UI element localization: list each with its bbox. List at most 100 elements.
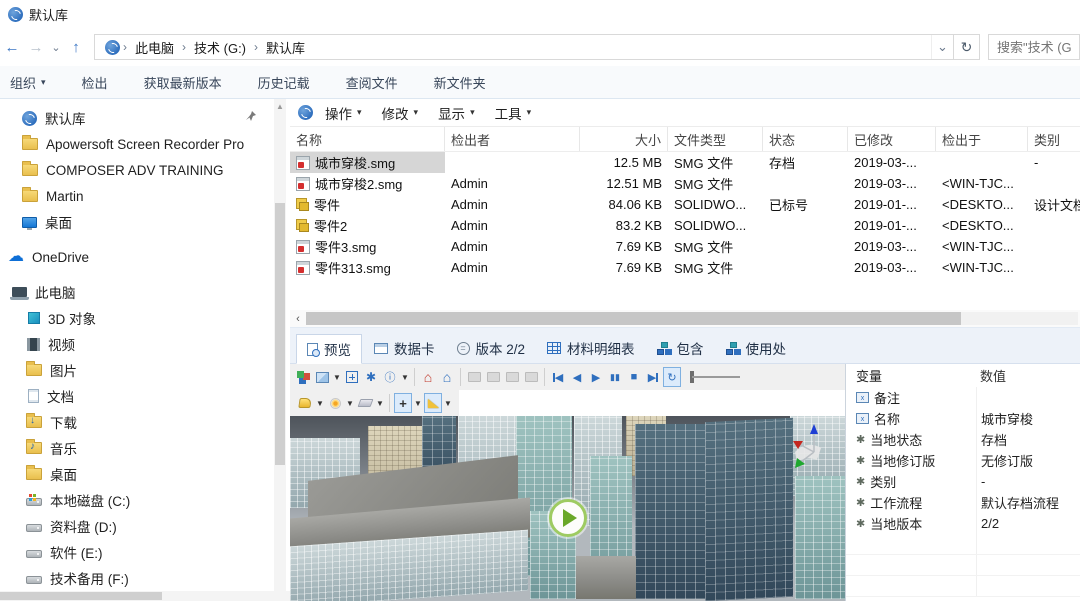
organize-button[interactable]: 组织 ▾ xyxy=(0,66,64,98)
checkout-button[interactable]: 检出 xyxy=(64,66,126,98)
chevron-down-icon[interactable]: ▼ xyxy=(315,399,325,408)
render-mode-icon[interactable] xyxy=(294,367,312,387)
last-frame-button[interactable]: ▶ xyxy=(644,367,662,387)
column-header-file-type[interactable]: 文件类型 xyxy=(668,127,763,151)
sidebar-item-documents[interactable]: 文档 xyxy=(0,383,272,409)
play-animation-overlay-button[interactable] xyxy=(549,499,587,537)
history-button[interactable]: 历史记载 xyxy=(240,66,328,98)
file-row[interactable]: 城市穿梭.smg 12.5 MB SMG 文件 存档 2019-03-... - xyxy=(290,152,1080,173)
column-header-size[interactable]: 大小 xyxy=(580,127,668,151)
file-list-horizontal-scrollbar[interactable]: ‹ xyxy=(290,310,1080,327)
file-row[interactable]: 零件313.smg Admin 7.69 KB SMG 文件 2019-03-.… xyxy=(290,257,1080,278)
file-row[interactable]: 零件3.smg Admin 7.69 KB SMG 文件 2019-03-...… xyxy=(290,236,1080,257)
new-folder-button[interactable]: 新文件夹 xyxy=(416,66,504,98)
column-header-state[interactable]: 状态 xyxy=(763,127,848,151)
pin-icon[interactable] xyxy=(246,111,256,121)
settings-gear-icon[interactable]: ✱ xyxy=(362,367,380,387)
tab-data-card[interactable]: 数据卡 xyxy=(364,333,445,363)
sidebar-item-pictures[interactable]: 图片 xyxy=(0,357,272,383)
tab-version[interactable]: = 版本 2/2 xyxy=(447,333,536,363)
tab-contains[interactable]: 包含 xyxy=(647,333,714,363)
chevron-down-icon[interactable]: ▼ xyxy=(345,399,355,408)
breadcrumb-this-pc[interactable]: 此电脑 xyxy=(130,36,179,59)
loop-button[interactable]: ↻ xyxy=(663,367,681,387)
fit-view-icon[interactable] xyxy=(343,367,361,387)
property-row[interactable]: ✱当地修订版 无修订版 xyxy=(846,450,1080,471)
section-wedge-icon[interactable] xyxy=(424,393,442,413)
eraser-icon[interactable] xyxy=(356,393,374,413)
scrollbar-thumb[interactable] xyxy=(275,203,285,465)
scroll-up-arrow-icon[interactable]: ▲ xyxy=(274,99,286,111)
timeline-slider[interactable] xyxy=(690,371,740,383)
sidebar-item-martin[interactable]: Martin xyxy=(0,183,272,209)
get-latest-version-button[interactable]: 获取最新版本 xyxy=(126,66,240,98)
property-row[interactable]: ✱类别 - xyxy=(846,471,1080,492)
move-tool-icon[interactable]: + xyxy=(394,393,412,413)
sidebar-item-apowersoft[interactable]: Apowersoft Screen Recorder Pro xyxy=(0,131,272,157)
sidebar-horizontal-scrollbar[interactable] xyxy=(0,591,290,601)
scrollbar-thumb[interactable] xyxy=(306,312,961,325)
alert-home-icon[interactable]: ⌂ xyxy=(419,367,437,387)
column-header-checked-out-by[interactable]: 检出者 xyxy=(445,127,580,151)
pause-button[interactable]: ▮▮ xyxy=(606,367,624,387)
sidebar-vertical-scrollbar[interactable]: ▲ xyxy=(274,99,286,591)
view-file-button[interactable]: 查阅文件 xyxy=(328,66,416,98)
sidebar-item-onedrive[interactable]: ☁ OneDrive xyxy=(0,244,272,270)
scene-view-icon[interactable] xyxy=(313,367,331,387)
recent-locations-dropdown[interactable]: ⌄ xyxy=(48,35,64,59)
address-dropdown-chevron[interactable]: ⌄ xyxy=(931,35,953,59)
sidebar-item-downloads[interactable]: ↓ 下载 xyxy=(0,409,272,435)
property-row[interactable]: x名称 城市穿梭 xyxy=(846,408,1080,429)
search-input[interactable] xyxy=(997,40,1071,55)
sidebar-item-drive-c[interactable]: 本地磁盘 (C:) xyxy=(0,487,272,513)
play-button[interactable]: ▶ xyxy=(587,367,605,387)
column-header-category[interactable]: 类别 xyxy=(1028,127,1080,151)
sidebar-item-music[interactable]: ♪ 音乐 xyxy=(0,435,272,461)
search-box[interactable] xyxy=(988,34,1080,60)
lighting-icon[interactable] xyxy=(296,393,314,413)
first-frame-button[interactable]: ◀ xyxy=(549,367,567,387)
breadcrumb-drive-g[interactable]: 技术 (G:) xyxy=(189,36,251,59)
sidebar-item-drive-f[interactable]: 技术备用 (F:) xyxy=(0,565,272,591)
highlight-dot-icon[interactable] xyxy=(326,393,344,413)
column-header-checked-out-on[interactable]: 检出于 xyxy=(936,127,1028,151)
file-row[interactable]: 城市穿梭2.smg Admin 12.51 MB SMG 文件 2019-03-… xyxy=(290,173,1080,194)
tab-preview[interactable]: 预览 xyxy=(296,334,362,364)
sidebar-item-videos[interactable]: 视频 xyxy=(0,331,272,357)
property-row[interactable]: x备注 xyxy=(846,387,1080,408)
chevron-down-icon[interactable]: ▼ xyxy=(413,399,423,408)
menu-actions[interactable]: 操作 ▾ xyxy=(317,103,370,123)
sidebar-item-3d-objects[interactable]: 3D 对象 xyxy=(0,305,272,331)
camera-view-icon[interactable] xyxy=(503,367,521,387)
back-button[interactable]: ← xyxy=(0,35,24,59)
menu-display[interactable]: 显示 ▾ xyxy=(430,103,483,123)
camera-view-icon[interactable] xyxy=(465,367,483,387)
forward-button[interactable]: → xyxy=(24,35,48,59)
camera-view-icon[interactable] xyxy=(522,367,540,387)
sidebar-item-desktop[interactable]: 桌面 xyxy=(0,209,272,235)
stop-button[interactable]: ■ xyxy=(625,367,643,387)
menu-modify[interactable]: 修改 ▾ xyxy=(374,103,427,123)
tab-bom[interactable]: 材料明细表 xyxy=(537,333,645,363)
file-row[interactable]: 零件 Admin 84.06 KB SOLIDWO... 已标号 2019-01… xyxy=(290,194,1080,215)
chevron-down-icon[interactable]: ▼ xyxy=(400,373,410,382)
sidebar-item-vault[interactable]: 默认库 xyxy=(0,105,272,131)
address-bar[interactable]: › 此电脑 › 技术 (G:) › 默认库 ⌄ xyxy=(94,34,954,60)
scrollbar-track[interactable] xyxy=(306,312,1078,325)
breadcrumb-vault[interactable]: 默认库 xyxy=(261,36,310,59)
up-button[interactable]: ↑ xyxy=(64,35,88,59)
3d-preview-viewport[interactable] xyxy=(290,416,845,601)
property-row[interactable]: ✱当地状态 存档 xyxy=(846,429,1080,450)
sidebar-item-desktop-folder[interactable]: 桌面 xyxy=(0,461,272,487)
sidebar-item-composer-training[interactable]: COMPOSER ADV TRAINING xyxy=(0,157,272,183)
chevron-down-icon[interactable]: ▼ xyxy=(332,373,342,382)
column-header-name[interactable]: 名称 xyxy=(290,127,445,151)
home-view-icon[interactable]: ⌂ xyxy=(438,367,456,387)
info-icon[interactable]: ⓘ xyxy=(381,367,399,387)
chevron-down-icon[interactable]: ▼ xyxy=(375,399,385,408)
scroll-left-arrow-icon[interactable]: ‹ xyxy=(290,313,306,325)
file-row[interactable]: 零件2 Admin 83.2 KB SOLIDWO... 2019-01-...… xyxy=(290,215,1080,236)
chevron-down-icon[interactable]: ▼ xyxy=(443,399,453,408)
sidebar-item-drive-e[interactable]: 软件 (E:) xyxy=(0,539,272,565)
refresh-button[interactable]: ↻ xyxy=(954,34,980,60)
